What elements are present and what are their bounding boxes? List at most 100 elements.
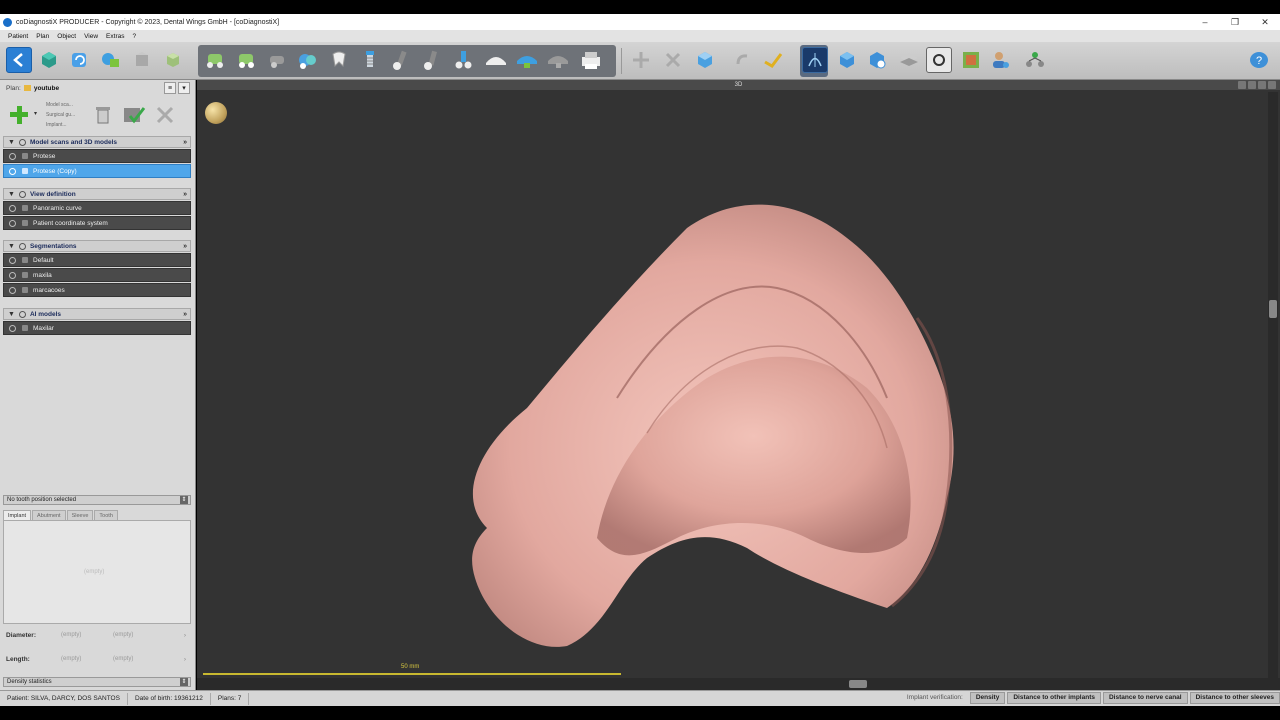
collapse-icon[interactable]: »: [183, 139, 187, 146]
diameter-min[interactable]: (empty): [61, 632, 81, 638]
tree-item-patient-coordinate-system[interactable]: Patient coordinate system: [3, 216, 191, 230]
collapse-icon[interactable]: »: [183, 243, 187, 250]
panoramic-icon[interactable]: [802, 47, 828, 73]
density-button[interactable]: Density: [969, 692, 1006, 704]
menu-plan[interactable]: Plan: [36, 33, 49, 40]
restore-button[interactable]: ❐: [1220, 14, 1250, 30]
section-segmentations[interactable]: ▼ Segmentations »: [3, 240, 191, 252]
anchor-icon[interactable]: [450, 47, 476, 73]
user-icon[interactable]: [988, 47, 1014, 73]
section-view-definition[interactable]: ▼ View definition »: [3, 188, 191, 200]
printer-icon[interactable]: [578, 47, 604, 73]
segment-cut-icon[interactable]: [264, 47, 290, 73]
vertical-scrollbar[interactable]: [1268, 92, 1278, 678]
verify-icon[interactable]: [122, 104, 146, 126]
tree-item-marcacoes[interactable]: marcacoes: [3, 283, 191, 297]
plan-name[interactable]: youtube: [34, 85, 59, 92]
horizontal-scrollbar[interactable]: [197, 678, 1280, 690]
expand-triangle-icon[interactable]: ▼: [8, 139, 15, 146]
tree-item-maxila[interactable]: maxila: [3, 268, 191, 282]
minimize-button[interactable]: –: [1190, 14, 1220, 30]
visibility-icon[interactable]: [18, 138, 26, 146]
trash-icon[interactable]: [92, 104, 114, 126]
expand-triangle-icon[interactable]: ▼: [8, 243, 15, 250]
tree-item-panoramic-curve[interactable]: Panoramic curve: [3, 201, 191, 215]
collapse-icon[interactable]: »: [183, 191, 187, 198]
tab-implant[interactable]: Implant: [3, 510, 32, 520]
tree-item-default[interactable]: Default: [3, 253, 191, 267]
view-dropdown-icon[interactable]: [1248, 81, 1256, 89]
menu-extras[interactable]: Extras: [106, 33, 124, 40]
segment-add-icon[interactable]: [233, 47, 259, 73]
texture-icon[interactable]: [958, 47, 984, 73]
cube-view-icon[interactable]: [834, 47, 860, 73]
plan-dropdown-button[interactable]: ▾: [178, 82, 190, 94]
guide-icon[interactable]: [483, 47, 509, 73]
move-icon[interactable]: [628, 47, 654, 73]
pin-icon[interactable]: [388, 47, 414, 73]
close-view-icon[interactable]: [1268, 81, 1276, 89]
menu-view[interactable]: View: [84, 33, 98, 40]
disabled-cross-icon[interactable]: [154, 104, 176, 126]
tooth-position-header[interactable]: No tooth position selected ⇕: [3, 495, 191, 505]
refresh-icon[interactable]: [66, 47, 92, 73]
horizontal-scroll-thumb[interactable]: [849, 680, 867, 688]
plan-menu-button[interactable]: ≡: [164, 82, 176, 94]
clouds-icon[interactable]: [295, 47, 321, 73]
expand-triangle-icon[interactable]: ▼: [8, 311, 15, 318]
length-max[interactable]: (empty): [113, 656, 133, 662]
section-ai-models[interactable]: ▼ AI models »: [3, 308, 191, 320]
distance-sleeves-button[interactable]: Distance to other sleeves: [1189, 692, 1280, 704]
guide-export-icon[interactable]: [545, 47, 571, 73]
visibility-radio[interactable]: [9, 256, 16, 264]
menu-help[interactable]: ?: [132, 33, 136, 40]
cube-icon[interactable]: [160, 47, 186, 73]
tree-item-protese-copy[interactable]: Protese (Copy): [3, 164, 191, 178]
diameter-next-icon[interactable]: ›: [184, 632, 186, 639]
cube-3d-icon[interactable]: [692, 47, 718, 73]
scan-icon[interactable]: [36, 47, 62, 73]
vertical-scroll-thumb[interactable]: [1269, 300, 1277, 318]
back-icon[interactable]: [6, 47, 32, 73]
collapse-icon[interactable]: »: [183, 311, 187, 318]
dental-model-3d[interactable]: [447, 198, 1007, 658]
tree-icon[interactable]: [1022, 47, 1048, 73]
tooth-dropdown-icon[interactable]: ⇕: [180, 496, 188, 504]
layers-icon[interactable]: [896, 47, 922, 73]
tab-sleeve[interactable]: Sleeve: [66, 510, 94, 520]
viewport-3d[interactable]: 3D 50 mm: [197, 80, 1280, 690]
guide-blue-icon[interactable]: [514, 47, 540, 73]
visibility-radio[interactable]: [9, 167, 16, 175]
eye-icon[interactable]: [1238, 81, 1246, 89]
visibility-radio[interactable]: [9, 324, 16, 332]
tab-abutment[interactable]: Abutment: [32, 510, 66, 520]
maximize-view-icon[interactable]: [1258, 81, 1266, 89]
visibility-radio[interactable]: [9, 271, 16, 279]
add-dropdown-icon[interactable]: ▾: [34, 110, 37, 117]
menu-patient[interactable]: Patient: [8, 33, 28, 40]
visibility-icon[interactable]: [18, 310, 26, 318]
menu-object[interactable]: Object: [57, 33, 76, 40]
screw-icon[interactable]: [419, 47, 445, 73]
tooth-icon[interactable]: [326, 47, 352, 73]
tree-item-maxilar[interactable]: Maxilar: [3, 321, 191, 335]
distance-nerve-button[interactable]: Distance to nerve canal: [1102, 692, 1188, 704]
help-icon[interactable]: ?: [1246, 47, 1272, 73]
3d-objects-icon[interactable]: [98, 47, 124, 73]
visibility-icon[interactable]: [18, 190, 26, 198]
close-button[interactable]: ✕: [1250, 14, 1280, 30]
expand-triangle-icon[interactable]: ▼: [8, 191, 15, 198]
tab-tooth[interactable]: Tooth: [94, 510, 118, 520]
orientation-skull-icon[interactable]: [205, 102, 227, 124]
cube-rotate-icon[interactable]: [864, 47, 890, 73]
visibility-radio[interactable]: [9, 219, 16, 227]
visibility-icon[interactable]: [18, 242, 26, 250]
implant-icon[interactable]: [357, 47, 383, 73]
length-min[interactable]: (empty): [61, 656, 81, 662]
density-statistics-bar[interactable]: Density statistics ⇕: [3, 677, 191, 687]
measure-icon[interactable]: [760, 47, 786, 73]
distance-implants-button[interactable]: Distance to other implants: [1007, 692, 1101, 704]
segment-icon[interactable]: [202, 47, 228, 73]
section-model-scans[interactable]: ▼ Model scans and 3D models »: [3, 136, 191, 148]
density-dropdown-icon[interactable]: ⇕: [180, 678, 188, 686]
